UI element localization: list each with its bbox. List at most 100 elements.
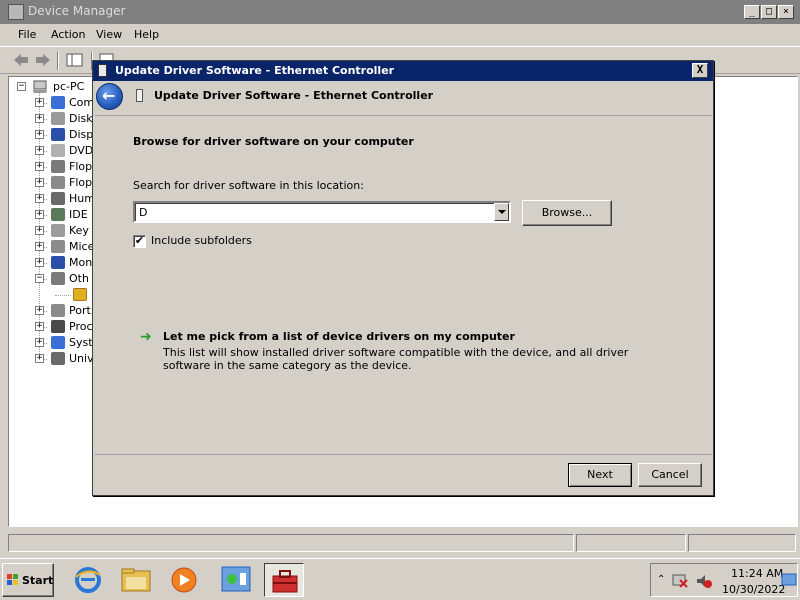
taskbar-app-media[interactable] — [164, 563, 204, 597]
next-button[interactable]: Next — [568, 463, 632, 487]
menubar: File Action View Help — [0, 24, 800, 46]
usb-controller-icon — [51, 352, 65, 365]
media-player-icon — [171, 567, 197, 593]
update-driver-dialog: Update Driver Software - Ethernet Contro… — [92, 60, 714, 496]
file-explorer-icon — [121, 568, 151, 592]
status-panel — [688, 534, 796, 552]
tree-expander[interactable]: + — [35, 354, 44, 363]
tree-item-label: Flop — [69, 160, 93, 173]
tree-item-label: Disp — [69, 128, 94, 141]
menu-file[interactable]: File — [18, 28, 36, 41]
tree-item-label: Mon — [69, 256, 93, 269]
tree-item-label: Port — [69, 304, 91, 317]
status-panel — [576, 534, 686, 552]
device-manager-app-icon — [8, 4, 24, 20]
start-button[interactable]: Start — [2, 563, 54, 597]
tree-expander[interactable]: + — [35, 210, 44, 219]
show-desktop-icon[interactable] — [781, 573, 797, 587]
pick-from-list-link[interactable]: Let me pick from a list of device driver… — [163, 330, 515, 343]
taskbar-app-ie[interactable] — [68, 563, 108, 597]
chevron-down-icon[interactable] — [494, 203, 509, 221]
tree-item-label: Syst — [69, 336, 93, 349]
ide-controller-icon — [51, 208, 65, 221]
tree-expander[interactable]: + — [35, 130, 44, 139]
forward-arrow-icon[interactable] — [34, 52, 52, 68]
human-interface-icon — [51, 192, 65, 205]
computer-root-icon — [33, 80, 47, 93]
tree-expander[interactable]: + — [35, 306, 44, 315]
tree-item-label: Mice — [69, 240, 95, 253]
status-bar — [8, 534, 798, 552]
tree-root-label: pc-PC — [53, 80, 85, 93]
tree-item-label: IDE — [69, 208, 88, 221]
clock-date[interactable]: 10/30/2022 — [722, 583, 785, 596]
monitor-icon — [51, 256, 65, 269]
tree-expander[interactable]: + — [35, 226, 44, 235]
tree-expander[interactable]: + — [35, 114, 44, 123]
menu-action[interactable]: Action — [51, 28, 85, 41]
tree-item-label: Flop — [69, 176, 93, 189]
tree-expander[interactable]: − — [17, 82, 26, 91]
taskbar-app-control-panel[interactable] — [216, 563, 256, 597]
show-hide-tree-icon[interactable] — [66, 52, 84, 68]
chevron-up-icon[interactable]: ⌃ — [657, 574, 665, 585]
tree-expander[interactable]: + — [35, 242, 44, 251]
dialog-close-button[interactable]: X — [692, 63, 708, 78]
system-tray: ⌃ 11:24 AM 10/30/2022 — [650, 563, 798, 597]
tree-expander[interactable]: + — [35, 322, 44, 331]
tree-expander[interactable]: + — [35, 258, 44, 267]
back-arrow-icon[interactable] — [12, 52, 30, 68]
mouse-icon — [51, 240, 65, 253]
green-arrow-icon: ➜ — [140, 329, 152, 345]
tree-expander[interactable]: + — [35, 338, 44, 347]
tree-guide-line — [55, 295, 71, 296]
menu-view[interactable]: View — [96, 28, 122, 41]
tree-expander[interactable]: + — [35, 162, 44, 171]
tree-expander[interactable]: + — [35, 178, 44, 187]
menu-help[interactable]: Help — [134, 28, 159, 41]
back-arrow-icon: ← — [102, 86, 116, 105]
tree-expander[interactable]: + — [35, 194, 44, 203]
port-icon — [51, 304, 65, 317]
taskbar-app-explorer[interactable] — [116, 563, 156, 597]
dialog-title: Update Driver Software - Ethernet Contro… — [115, 64, 395, 77]
device-manager-title: Device Manager — [28, 4, 126, 18]
keyboard-icon — [51, 224, 65, 237]
checkbox-check-icon[interactable]: ✔ — [133, 235, 146, 248]
maximize-button[interactable]: □ — [761, 5, 777, 19]
taskbar-app-device-manager[interactable] — [264, 563, 304, 597]
search-location-value: D — [139, 206, 148, 219]
network-warning-icon[interactable] — [671, 573, 689, 589]
tree-expander[interactable]: + — [35, 98, 44, 107]
tree-item-label: Com — [69, 96, 95, 109]
toolbar-separator — [57, 52, 59, 70]
minimize-button[interactable]: _ — [744, 5, 760, 19]
tree-expander[interactable]: + — [35, 146, 44, 155]
browse-button[interactable]: Browse... — [522, 200, 612, 226]
dvd-drive-icon — [51, 144, 65, 157]
display-adapter-icon — [51, 128, 65, 141]
search-location-combobox[interactable]: D — [133, 201, 511, 223]
cancel-button[interactable]: Cancel — [638, 463, 702, 487]
system-devices-icon — [51, 336, 65, 349]
start-label: Start — [22, 574, 54, 587]
speaker-muted-icon[interactable] — [695, 573, 713, 589]
clock-time[interactable]: 11:24 AM — [731, 567, 783, 580]
warning-device-icon — [73, 288, 87, 301]
device-icon — [136, 89, 143, 102]
floppy-controller-icon — [51, 160, 65, 173]
page-heading: Browse for driver software on your compu… — [133, 135, 414, 148]
tree-expander[interactable]: − — [35, 274, 44, 283]
tree-item-label: Key — [69, 224, 89, 237]
tree-item-label: Univ — [69, 352, 94, 365]
computer-icon — [51, 96, 65, 109]
wizard-back-button[interactable]: ← — [96, 83, 123, 110]
close-window-button[interactable]: × — [778, 5, 794, 19]
processor-icon — [51, 320, 65, 333]
taskbar: Start ⌃ 11:24 AM 10/30/2022 — [0, 558, 800, 600]
other-devices-icon — [51, 272, 65, 285]
internet-explorer-icon — [75, 567, 101, 593]
status-panel — [8, 534, 574, 552]
device-icon — [98, 64, 107, 77]
toolbox-icon — [272, 570, 298, 593]
